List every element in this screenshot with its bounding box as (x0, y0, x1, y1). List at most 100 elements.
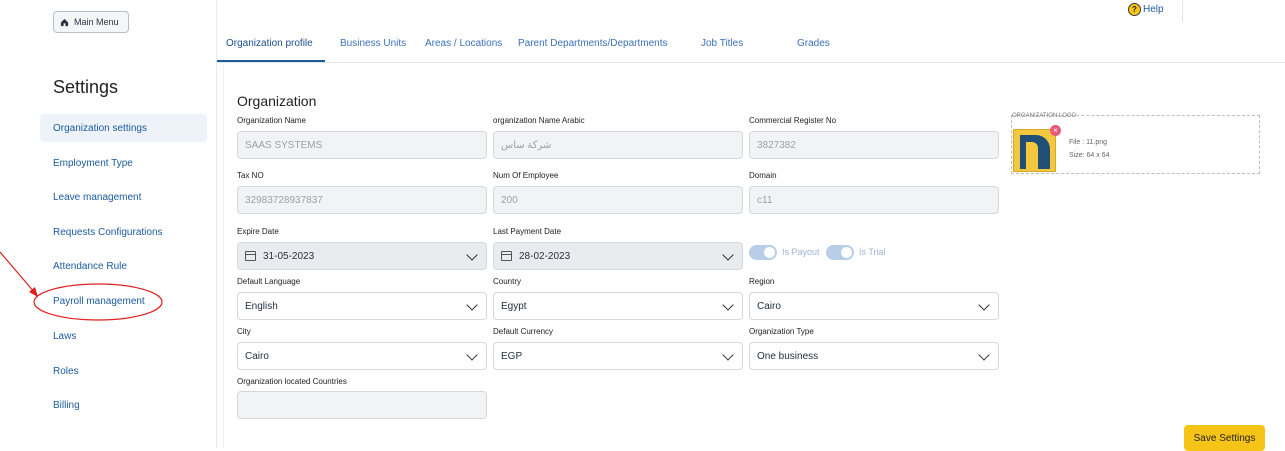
home-icon (60, 18, 69, 26)
org-type-select[interactable]: One business (749, 342, 999, 370)
org-name-arabic-field[interactable]: شركة ساس (493, 131, 743, 159)
field-value: 3827382 (757, 139, 796, 151)
sidebar-item-label: Attendance Rule (53, 260, 127, 272)
logo-file-name: File : 11.png (1069, 139, 1108, 146)
chevron-down-icon (466, 249, 478, 261)
org-name-arabic-label: organization Name Arabic (493, 116, 585, 125)
chevron-down-icon (466, 349, 478, 361)
sidebar-item-label: Payroll management (53, 295, 145, 307)
is-payout-toggle[interactable] (749, 245, 777, 260)
tax-no-field[interactable]: 32983728937837 (237, 186, 487, 214)
region-select[interactable]: Cairo (749, 292, 999, 320)
domain-field[interactable]: c11 (749, 186, 999, 214)
sidebar-item-label: Laws (53, 330, 77, 342)
field-value: 32983728937837 (245, 194, 323, 206)
field-value: English (245, 300, 278, 312)
chevron-down-icon (722, 299, 734, 311)
remove-logo-icon[interactable]: × (1050, 125, 1061, 136)
is-payout-label: Is Payout (782, 247, 820, 257)
help-label: Help (1143, 4, 1164, 15)
sidebar-item-organization-settings[interactable]: Organization settings (40, 114, 207, 142)
main-menu-label: Main Menu (74, 17, 119, 27)
sidebar-item-label: Leave management (53, 191, 142, 203)
field-value: 28-02-2023 (519, 250, 571, 262)
org-name-label: Organization Name (237, 116, 306, 125)
located-countries-label: Organization located Countries (237, 377, 347, 386)
is-trial-label: Is Trial (859, 247, 886, 257)
city-select[interactable]: Cairo (237, 342, 487, 370)
chevron-down-icon (722, 349, 734, 361)
tab-areas-locations[interactable]: Areas / Locations (425, 38, 502, 49)
topbar (217, 0, 1285, 63)
toggle-knob (764, 247, 775, 258)
field-value: Cairo (245, 350, 269, 362)
sidebar-item-label: Employment Type (53, 157, 133, 169)
expire-date-picker[interactable]: 31-05-2023 (237, 242, 487, 270)
commercial-register-field[interactable]: 3827382 (749, 131, 999, 159)
chevron-down-icon (978, 349, 990, 361)
sidebar-item-attendance-rule[interactable]: Attendance Rule (40, 252, 207, 280)
sidebar-item-employment-type[interactable]: Employment Type (40, 149, 207, 177)
field-value: Cairo (757, 300, 781, 312)
calendar-icon (501, 251, 512, 261)
help-link[interactable]: ? Help (1128, 3, 1164, 16)
sidebar-item-billing[interactable]: Billing (40, 391, 207, 419)
main-menu-button[interactable]: Main Menu (53, 11, 129, 33)
toggle-knob (841, 247, 852, 258)
field-value: Egypt (501, 300, 527, 312)
field-value: SAAS SYSTEMS (245, 139, 323, 151)
sidebar-item-label: Organization settings (53, 122, 147, 134)
section-title: Organization (237, 93, 317, 109)
num-employee-label: Num Of Employee (493, 171, 559, 180)
default-language-label: Default Language (237, 277, 301, 286)
tab-organization-profile[interactable]: Organization profile (226, 38, 313, 49)
field-value: One business (757, 350, 819, 362)
logo-file-size: Size: 64 x 64 (1069, 152, 1110, 159)
save-settings-button[interactable]: Save Settings (1184, 425, 1265, 451)
default-currency-label: Default Currency (493, 327, 554, 336)
sidebar-item-requests-configurations[interactable]: Requests Configurations (40, 218, 207, 246)
region-label: Region (749, 277, 775, 286)
sidebar: Main Menu Settings Organization settings… (0, 0, 217, 448)
tab-grades[interactable]: Grades (797, 38, 830, 49)
sidebar-item-laws[interactable]: Laws (40, 322, 207, 350)
is-trial-toggle[interactable] (826, 245, 854, 260)
tax-no-label: Tax NO (237, 171, 264, 180)
help-icon: ? (1128, 3, 1141, 16)
sidebar-item-label: Billing (53, 399, 80, 411)
org-name-field[interactable]: SAAS SYSTEMS (237, 131, 487, 159)
tab-business-units[interactable]: Business Units (340, 38, 406, 49)
field-value: 31-05-2023 (263, 250, 315, 262)
last-payment-date-picker[interactable]: 28-02-2023 (493, 242, 743, 270)
default-currency-select[interactable]: EGP (493, 342, 743, 370)
organization-logo-image (1013, 129, 1056, 172)
default-language-select[interactable]: English (237, 292, 487, 320)
commercial-register-label: Commercial Register No (749, 116, 837, 125)
logo-label: ORGANIZATION LOGO (1012, 113, 1077, 119)
field-value: c11 (757, 194, 773, 206)
located-countries-field[interactable] (237, 391, 487, 419)
sidebar-item-label: Requests Configurations (53, 226, 163, 238)
chevron-down-icon (722, 249, 734, 261)
field-value: شركة ساس (501, 139, 552, 151)
country-select[interactable]: Egypt (493, 292, 743, 320)
settings-title: Settings (53, 77, 119, 97)
field-value: 200 (501, 194, 518, 206)
tab-job-titles[interactable]: Job Titles (701, 38, 743, 49)
divider (1182, 0, 1183, 22)
sidebar-item-label: Roles (53, 365, 79, 377)
num-employee-field[interactable]: 200 (493, 186, 743, 214)
field-value: EGP (501, 350, 523, 362)
sidebar-item-roles[interactable]: Roles (40, 357, 207, 385)
country-label: Country (493, 277, 522, 286)
chevron-down-icon (978, 299, 990, 311)
city-label: City (237, 327, 251, 336)
org-type-label: Organization Type (749, 327, 814, 336)
sidebar-item-leave-management[interactable]: Leave management (40, 183, 207, 211)
calendar-icon (245, 251, 256, 261)
tab-departments[interactable]: Parent Departments/Departments (518, 38, 668, 49)
chevron-down-icon (466, 299, 478, 311)
sidebar-item-payroll-management[interactable]: Payroll management (40, 287, 207, 315)
active-tab-indicator (217, 60, 325, 62)
last-payment-label: Last Payment Date (493, 227, 562, 236)
